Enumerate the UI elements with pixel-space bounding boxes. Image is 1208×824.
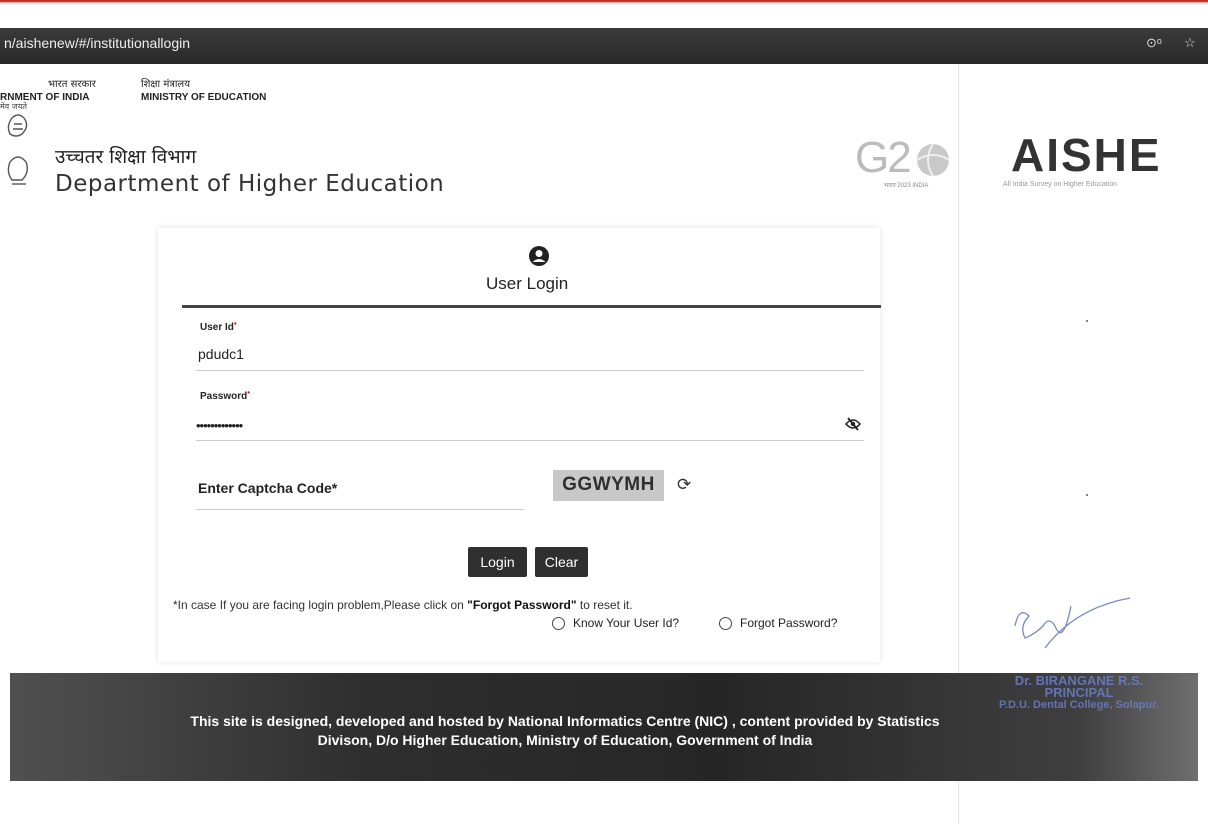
login-button[interactable]: Login <box>468 547 527 577</box>
refresh-icon[interactable]: ⟳ <box>677 475 691 495</box>
required-marker: * <box>233 322 237 329</box>
login-title: User Login <box>486 274 569 293</box>
captcha-input-underline[interactable] <box>196 509 524 510</box>
forgot-password-option[interactable]: Forgot Password? <box>719 616 837 630</box>
browser-address-bar[interactable]: n/aishenew/#/institutionallogin ⊙ᵒ ☆ <box>0 28 1208 64</box>
password-label: Password* <box>200 391 250 402</box>
user-id-input[interactable]: pdudc1 <box>198 346 244 362</box>
title-divider <box>182 305 881 308</box>
star-icon[interactable]: ☆ <box>1184 28 1196 58</box>
national-emblem-icon <box>7 114 29 185</box>
user-circle-icon <box>529 246 549 266</box>
user-id-underline <box>196 370 864 371</box>
principal-stamp: Dr. BIRANGANE R.S. PRINCIPAL P.D.U. Dent… <box>950 674 1208 711</box>
key-icon[interactable]: ⊙ᵒ <box>1146 28 1162 58</box>
g20-logo: G2 <box>855 133 950 183</box>
aishe-logo-subtext: All India Survey on Higher Education <box>1003 181 1118 188</box>
speck <box>1086 494 1088 496</box>
radio-button[interactable] <box>719 616 732 630</box>
url-text[interactable]: n/aishenew/#/institutionallogin <box>4 28 190 58</box>
stamp-line-title: PRINCIPAL <box>1044 685 1114 700</box>
radio-button[interactable] <box>552 616 565 630</box>
user-id-label: User Id* <box>200 322 237 333</box>
ministry-label-hindi: शिक्षा मंत्रालय <box>141 79 190 90</box>
password-underline <box>196 440 864 441</box>
footer-text: This site is designed, developed and hos… <box>190 713 940 748</box>
captcha-image: GGWYMH <box>553 470 664 501</box>
know-user-id-option[interactable]: Know Your User Id? <box>552 616 679 630</box>
stamp-line-college: P.D.U. Dental College, Solapur. <box>999 699 1159 711</box>
login-help-note: *In case If you are facing login problem… <box>173 598 633 612</box>
captcha-label: Enter Captcha Code* <box>198 480 338 496</box>
globe-lotus-icon <box>916 143 950 177</box>
g20-logo-text: G2 <box>855 133 912 182</box>
screen-edge <box>0 0 1208 8</box>
user-id-label-text: User Id <box>200 322 234 333</box>
note-forgot-password-emphasis: "Forgot Password" <box>467 598 577 612</box>
aishe-logo: AISHE <box>1011 129 1162 181</box>
password-label-text: Password <box>200 391 248 402</box>
required-marker: * <box>247 391 250 398</box>
department-title-hindi: उच्चतर शिक्षा विभाग <box>55 146 197 168</box>
g20-logo-subtext: भारत 2023 INDIA <box>884 183 929 189</box>
ministry-label-english: MINISTRY OF EDUCATION <box>141 92 267 103</box>
note-prefix: *In case If you are facing login problem… <box>173 598 468 612</box>
emblem-caption: मेव जयते <box>0 102 27 111</box>
clear-button[interactable]: Clear <box>535 547 588 577</box>
signature-icon <box>1014 597 1131 649</box>
forgot-password-label[interactable]: Forgot Password? <box>740 616 837 630</box>
note-suffix: to reset it. <box>576 598 633 612</box>
speck <box>1086 320 1088 322</box>
eye-slash-icon[interactable] <box>845 416 861 432</box>
know-user-id-label[interactable]: Know Your User Id? <box>573 616 679 630</box>
gov-label-hindi: भारत सरकार <box>48 79 96 90</box>
department-title-english: Department of Higher Education <box>55 171 445 197</box>
password-input[interactable]: ••••••••••••• <box>196 418 243 433</box>
